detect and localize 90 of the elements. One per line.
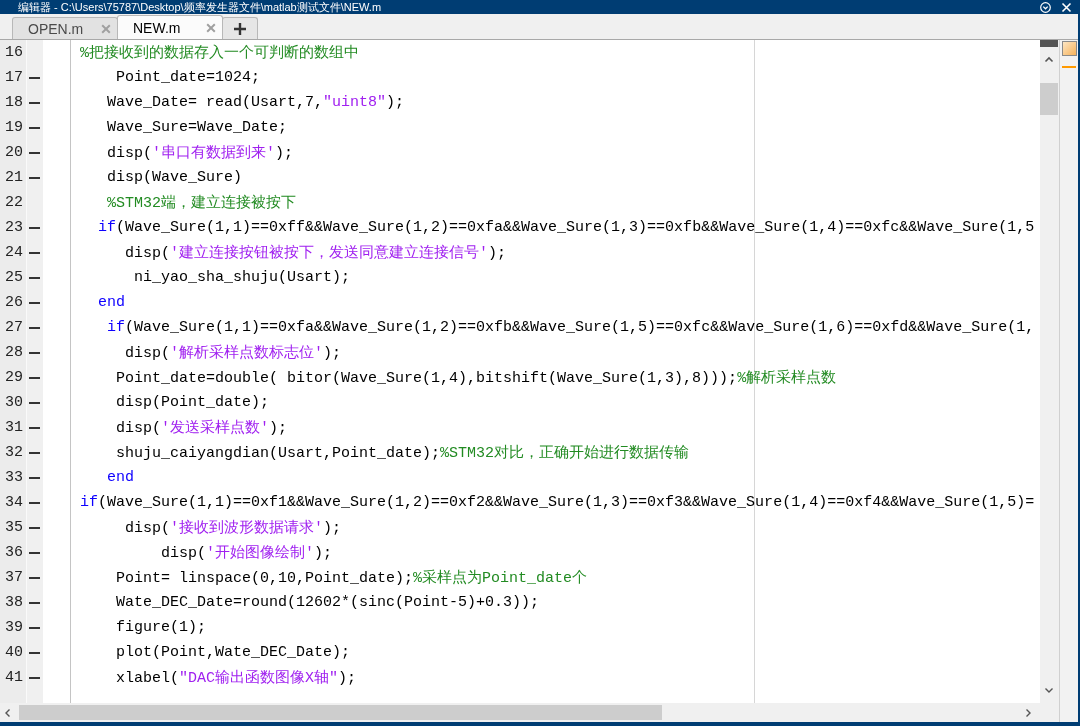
line-number: 37 [4,569,23,586]
code-line: Wave_Date= read(Usart,7,"uint8"); [107,94,405,111]
dash-icon[interactable] [29,151,40,154]
line-number: 23 [4,219,23,236]
code-line: Wate_DEC_Date=round(12602*(sinc(Point-5)+0.3)); [116,594,540,611]
code-line: xlabel("DAC输出函数图像X轴"); [116,668,357,687]
dash-icon[interactable] [29,551,40,554]
line-number: 40 [4,644,23,661]
code-line: disp('解析采样点数标志位'); [125,343,342,362]
dash-icon[interactable] [29,626,40,629]
dash-icon[interactable] [29,526,40,529]
dash-icon[interactable] [29,101,40,104]
line-number: 39 [4,619,23,636]
dash-icon[interactable] [29,426,40,429]
code-line: if(Wave_Sure(1,1)==0xf1&&Wave_Sure(1,2)==0xf2&&Wave_Sure(1,3)==0xf3&&Wave_Sure(1,4)==0xf4&&Wave_Sure(1,5)= [80,494,1035,511]
dash-icon[interactable] [29,676,40,679]
code-line: figure(1); [116,619,207,636]
dash-icon[interactable] [29,501,40,504]
code-line: end [98,294,126,311]
code-line: plot(Point,Wate_DEC_Date); [116,644,351,661]
dash-icon[interactable] [29,476,40,479]
dash-icon[interactable] [29,126,40,129]
chevron-right-icon[interactable] [1023,707,1033,718]
line-number: 20 [4,144,23,161]
code-line: if(Wave_Sure(1,1)==0xff&&Wave_Sure(1,2)==0xfa&&Wave_Sure(1,3)==0xfb&&Wave_Sure(1,4)==0xfc&&Wave_Sure(1,5 [98,219,1035,236]
code-line: %把接收到的数据存入一个可判断的数组中 [80,43,359,62]
code-line: if(Wave_Sure(1,1)==0xfa&&Wave_Sure(1,2)==0xfb&&Wave_Sure(1,5)==0xfc&&Wave_Sure(1,6)==0xfd&&Wave_Sure(1, [107,319,1035,336]
dash-icon[interactable] [29,301,40,304]
code-line: disp(Wave_Sure) [107,169,243,186]
line-number: 29 [4,369,23,386]
dash-icon[interactable] [29,276,40,279]
scrollbar-thumb[interactable] [19,705,662,720]
dash-icon[interactable] [29,451,40,454]
code-line: disp(Point_date); [116,394,270,411]
line-number: 22 [4,194,23,211]
code-line: %STM32端，建立连接被按下 [107,193,297,212]
line-number: 41 [4,669,23,686]
line-number: 17 [4,69,23,86]
dash-icon[interactable] [29,176,40,179]
dash-icon[interactable] [29,576,40,579]
line-number: 16 [4,44,23,61]
dash-icon[interactable] [29,76,40,79]
dash-icon[interactable] [29,401,40,404]
code-line: ni_yao_sha_shuju(Usart); [134,269,351,286]
chevron-up-icon[interactable] [1044,55,1054,65]
code-line: disp('开始图像绘制'); [161,543,333,562]
line-number: 38 [4,594,23,611]
line-number: 25 [4,269,23,286]
editor-tab[interactable]: OPEN.m [12,17,118,39]
chevron-down-icon[interactable] [1044,685,1054,695]
editor-tab[interactable]: NEW.m [117,15,223,39]
line-marker-icon[interactable] [1062,66,1076,68]
line-number: 34 [4,494,23,511]
new-tab-button[interactable] [222,17,258,39]
line-number: 30 [4,394,23,411]
dash-icon[interactable] [29,326,40,329]
code-line: Wave_Sure=Wave_Date; [107,119,288,136]
line-number: 35 [4,519,23,536]
dash-icon[interactable] [29,351,40,354]
line-number: 28 [4,344,23,361]
line-number: 19 [4,119,23,136]
dash-icon[interactable] [29,376,40,379]
code-line: disp('接收到波形数据请求'); [125,518,342,537]
indicator-square-icon[interactable] [1062,41,1077,56]
dash-icon[interactable] [29,226,40,229]
code-line: disp('串口有数据到来'); [107,143,294,162]
line-number: 32 [4,444,23,461]
plus-icon [234,22,246,35]
code-line: disp('发送采样点数'); [116,418,288,437]
dash-icon[interactable] [29,251,40,254]
code-line: Point_date=double( bitor(Wave_Sure(1,4),bitshift(Wave_Sure(1,3),8)));%解析采样点数 [116,368,837,387]
code-line: Point= linspace(0,10,Point_date);%采样点为Point_date个 [116,568,588,587]
line-number: 24 [4,244,23,261]
window-title: 编辑器 - C:\Users\75787\Desktop\频率发生器文件\matlab测试文件\NEW.m [18,0,383,14]
line-number: 31 [4,419,23,436]
chevron-left-icon[interactable] [3,707,13,718]
line-number: 18 [4,94,23,111]
code-line: Point_date=1024; [116,69,261,86]
code-line: disp('建立连接按钮被按下，发送同意建立连接信号'); [125,243,507,262]
line-number: 27 [4,319,23,336]
dash-icon[interactable] [29,601,40,604]
line-number: 21 [4,169,23,186]
scrollbar-thumb[interactable] [1040,83,1058,115]
code-line: end [107,469,135,486]
split-handle[interactable] [1040,40,1058,47]
line-number: 36 [4,544,23,561]
code-line: shuju_caiyangdian(Usart,Point_date);%STM32对比，正确开始进行数据传输 [116,443,690,462]
dash-icon[interactable] [29,651,40,654]
line-number: 26 [4,294,23,311]
line-number: 33 [4,469,23,486]
